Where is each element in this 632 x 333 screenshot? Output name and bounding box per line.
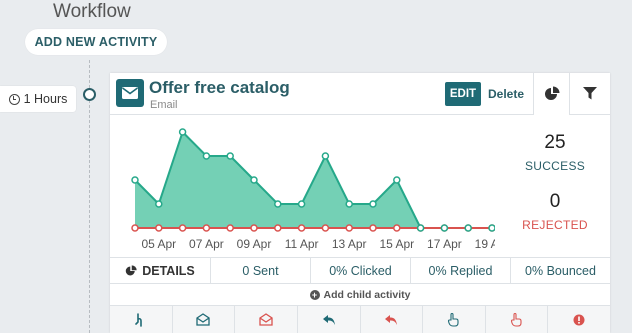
pie-chart-icon	[544, 86, 559, 100]
rejected-point[interactable]	[274, 224, 282, 232]
success-point[interactable]	[440, 224, 449, 232]
success-point[interactable]	[464, 224, 472, 232]
details-toggle[interactable]: DETAILS	[110, 258, 210, 283]
pie-chart-icon	[125, 264, 137, 275]
success-point[interactable]	[369, 200, 377, 208]
add-child-activity-link[interactable]: + Add child activity	[110, 285, 610, 305]
clock-icon	[8, 93, 20, 105]
action-hand-pointer[interactable]	[110, 306, 172, 333]
x-tick-label: 05 Apr	[141, 237, 176, 251]
hand-pointer-icon	[135, 312, 142, 327]
success-count: 25	[544, 132, 566, 153]
success-point[interactable]	[202, 152, 211, 160]
x-tick-label: 13 Apr	[332, 237, 367, 251]
activity-card: Offer free catalog Email EDIT Delete 05 …	[110, 73, 610, 333]
action-reply-red[interactable]	[359, 306, 423, 333]
hand-point-up-icon	[448, 312, 459, 327]
rejected-point[interactable]	[202, 224, 211, 232]
rejected-point[interactable]	[393, 224, 401, 232]
success-point[interactable]	[321, 152, 330, 160]
rejected-point[interactable]	[369, 224, 377, 232]
action-envelope-open[interactable]	[171, 306, 235, 333]
rejected-point[interactable]	[345, 224, 353, 232]
trigger-interval-badge[interactable]: 1 Hours	[0, 86, 76, 112]
success-point[interactable]	[250, 176, 258, 184]
details-label: DETAILS	[142, 263, 195, 278]
x-tick-label: 19 Apr	[475, 237, 495, 251]
sent-stat[interactable]: 0 Sent	[210, 258, 310, 283]
success-point[interactable]	[297, 200, 306, 208]
filter-icon	[583, 87, 597, 100]
success-point[interactable]	[131, 176, 139, 184]
rejected-point[interactable]	[297, 224, 306, 232]
child-trigger-bar	[110, 305, 610, 333]
success-point[interactable]	[393, 176, 401, 184]
x-tick-label: 09 Apr	[237, 237, 272, 251]
tab-graph[interactable]	[533, 73, 570, 115]
envelope-open-icon	[196, 313, 211, 326]
activity-type: Email	[150, 99, 178, 111]
action-exclamation-circle[interactable]	[547, 306, 610, 333]
envelope-open-red-icon	[259, 313, 273, 326]
success-point[interactable]	[274, 200, 282, 208]
add-child-label: Add child activity	[323, 289, 411, 301]
page-title: Workflow	[53, 1, 131, 22]
action-hand-point-up-red[interactable]	[484, 306, 548, 333]
plus-circle-icon: +	[309, 290, 320, 300]
exclamation-circle-icon	[573, 314, 585, 325]
details-bar: DETAILS 0 Sent 0% Clicked 0% Replied 0% …	[110, 257, 610, 284]
trigger-interval-label: 1 Hours	[23, 92, 68, 106]
add-new-activity-button[interactable]: ADD NEW ACTIVITY	[25, 29, 167, 55]
success-point[interactable]	[178, 128, 187, 136]
success-label: SUCCESS	[524, 159, 586, 173]
activity-chart: 05 Apr 07 Apr 09 Apr 11 Apr 13 Apr 15 Apr 17 A…	[131, 128, 495, 251]
x-tick-label: 15 Apr	[379, 237, 414, 251]
envelope-icon	[116, 79, 144, 107]
rejected-point[interactable]	[131, 224, 139, 232]
activity-title[interactable]: Offer free catalog	[149, 78, 290, 98]
rejected-point[interactable]	[178, 224, 187, 232]
replied-stat[interactable]: 0% Replied	[410, 258, 510, 283]
success-point[interactable]	[155, 200, 163, 208]
success-point[interactable]	[488, 224, 495, 232]
x-tick-label: 07 Apr	[189, 237, 224, 251]
edit-button[interactable]: EDIT	[445, 82, 481, 106]
action-hand-point-up[interactable]	[422, 306, 485, 333]
activity-header: Offer free catalog Email EDIT Delete	[110, 73, 610, 115]
success-point[interactable]	[416, 224, 425, 232]
clicked-stat[interactable]: 0% Clicked	[310, 258, 410, 283]
rejected-point[interactable]	[155, 224, 163, 232]
x-tick-label: 17 Apr	[427, 237, 462, 251]
rejected-point[interactable]	[226, 224, 234, 232]
success-point[interactable]	[226, 152, 234, 160]
rejected-point[interactable]	[250, 224, 258, 232]
bounced-stat[interactable]: 0% Bounced	[510, 258, 610, 283]
timeline-node	[83, 88, 96, 101]
action-envelope-open-red[interactable]	[234, 306, 297, 333]
rejected-label: REJECTED	[522, 218, 588, 232]
x-tick-label: 11 Apr	[285, 237, 319, 251]
hand-point-up-red-icon	[511, 312, 522, 327]
rejected-point[interactable]	[321, 224, 330, 232]
delete-button[interactable]: Delete	[486, 82, 526, 106]
reply-red-icon	[385, 314, 398, 325]
tab-filter[interactable]	[570, 73, 610, 115]
rejected-count: 0	[549, 191, 561, 212]
action-reply[interactable]	[296, 306, 360, 333]
success-point[interactable]	[345, 200, 353, 208]
activity-stats: 25 SUCCESS 0 REJECTED	[500, 128, 610, 238]
reply-icon	[322, 314, 335, 325]
